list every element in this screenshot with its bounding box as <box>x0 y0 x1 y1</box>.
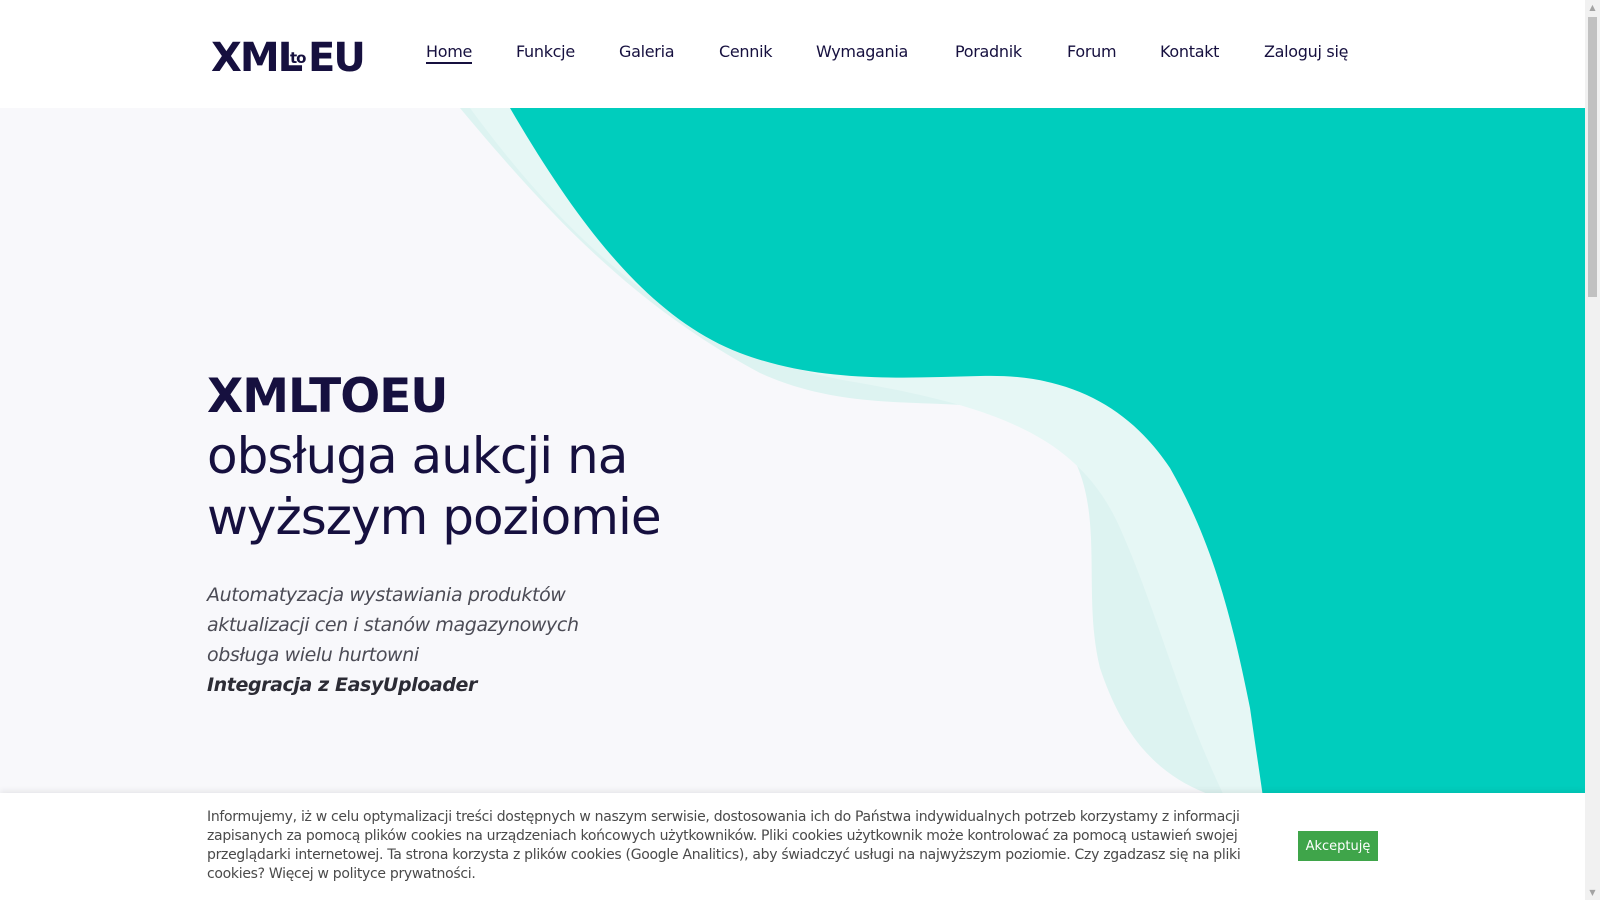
hero-desc-line-1: Automatyzacja wystawiania produktów <box>207 584 566 606</box>
nav-item-forum[interactable]: Forum <box>1067 42 1117 61</box>
cookie-notice-text: Informujemy, iż w celu optymalizacji tre… <box>207 809 1241 882</box>
hero-desc-line-2: aktualizacji cen i stanów magazynowych <box>207 614 579 636</box>
cookie-banner: Informujemy, iż w celu optymalizacji tre… <box>0 793 1585 900</box>
scrollbar-thumb[interactable] <box>1588 17 1597 297</box>
page-viewport: XML to EU Home Funkcje Galeria Cennik Wy… <box>0 0 1585 900</box>
nav-item-galeria[interactable]: Galeria <box>619 42 675 61</box>
cookie-accept-button[interactable]: Akceptuję <box>1298 831 1378 861</box>
hero-subtitle-line-2: wyższym poziomie <box>207 488 662 546</box>
nav-item-wymagania[interactable]: Wymagania <box>816 42 908 61</box>
nav-item-cennik[interactable]: Cennik <box>719 42 773 61</box>
hero-section: XMLTOEU obsługa aukcji na wyższym poziom… <box>0 108 1585 900</box>
page-scrollbar[interactable]: ▲ ▼ <box>1585 0 1600 900</box>
hero-title: XMLTOEU <box>207 369 448 424</box>
scroll-down-arrow-icon[interactable]: ▼ <box>1585 885 1600 900</box>
scroll-up-arrow-icon[interactable]: ▲ <box>1585 0 1600 15</box>
main-nav: Home Funkcje Galeria Cennik Wymagania Po… <box>0 0 1585 108</box>
site-header: XML to EU Home Funkcje Galeria Cennik Wy… <box>0 0 1585 108</box>
hero-subtitle-line-1: obsługa aukcji na <box>207 427 628 485</box>
hero-subtitle: obsługa aukcji na wyższym poziomie <box>207 426 662 548</box>
hero-desc-line-3: obsługa wielu hurtowni <box>207 644 419 666</box>
nav-item-kontakt[interactable]: Kontakt <box>1160 42 1219 61</box>
hero-desc-integration: Integracja z EasyUploader <box>207 674 478 696</box>
nav-item-zaloguj[interactable]: Zaloguj się <box>1264 42 1348 61</box>
nav-item-home[interactable]: Home <box>426 42 472 64</box>
nav-item-funkcje[interactable]: Funkcje <box>516 42 575 61</box>
nav-item-poradnik[interactable]: Poradnik <box>955 42 1022 61</box>
hero-description: Automatyzacja wystawiania produktów aktu… <box>207 580 579 700</box>
